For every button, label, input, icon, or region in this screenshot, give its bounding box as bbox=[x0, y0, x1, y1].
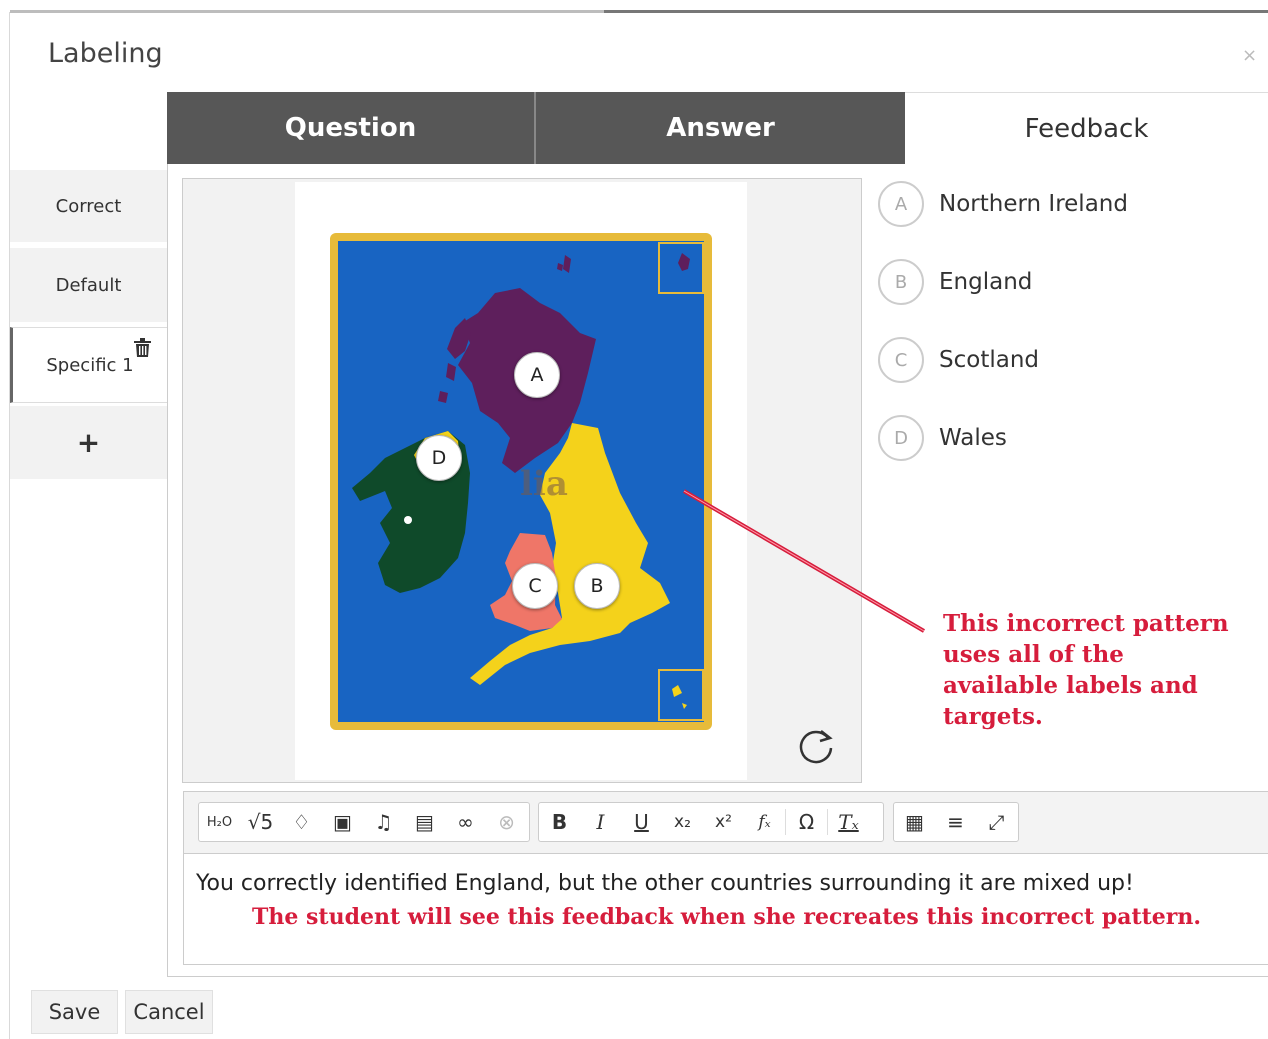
answer-item-a[interactable]: A Northern Ireland bbox=[878, 180, 1128, 228]
modal-border bbox=[9, 12, 10, 1039]
answer-letter-circle: A bbox=[878, 181, 924, 227]
refresh-icon[interactable] bbox=[795, 726, 837, 768]
answer-label: Wales bbox=[939, 425, 1007, 451]
editor-annotation-note: The student will see this feedback when … bbox=[252, 904, 1202, 930]
editor-content[interactable]: You correctly identified England, but th… bbox=[196, 871, 1134, 896]
special-character-icon[interactable]: Ω bbox=[786, 803, 827, 841]
top-divider-right bbox=[604, 10, 1268, 13]
italic-icon[interactable]: I bbox=[580, 803, 621, 841]
answer-label: England bbox=[939, 269, 1033, 295]
sidebar-item-label: Default bbox=[55, 274, 122, 296]
toolbar-group-layout: ▦ ≡ ⤢ bbox=[893, 802, 1019, 842]
answer-label: Northern Ireland bbox=[939, 191, 1128, 217]
tab-feedback[interactable]: Feedback bbox=[905, 92, 1268, 164]
save-button[interactable]: Save bbox=[31, 990, 118, 1034]
bold-icon[interactable]: B bbox=[539, 803, 580, 841]
dialog-title: Labeling bbox=[48, 38, 163, 69]
toolbar-group-format: B I U x₂ x² fₓ Ω Tₓ bbox=[538, 802, 884, 842]
close-icon[interactable]: × bbox=[1242, 45, 1257, 66]
sidebar-item-correct[interactable]: Correct bbox=[10, 170, 167, 244]
chemistry-icon[interactable]: H₂O bbox=[199, 803, 240, 841]
table-icon[interactable]: ▦ bbox=[894, 803, 935, 841]
map-label-marker[interactable]: C bbox=[512, 563, 558, 609]
audio-icon[interactable]: ♫ bbox=[363, 803, 404, 841]
top-divider-left bbox=[10, 10, 604, 13]
superscript-icon[interactable]: x² bbox=[703, 803, 744, 841]
tab-bar: Question Answer Feedback bbox=[167, 92, 1268, 164]
feedback-editor[interactable]: H₂O √5 ♢ ▣ ♫ ▤ ∞ ⊗ B I U x₂ x² fₓ Ω Tₓ ▦… bbox=[183, 791, 1268, 965]
annotation-note: This incorrect pattern uses all of the a… bbox=[943, 610, 1229, 730]
map-label-marker[interactable]: A bbox=[514, 352, 560, 398]
map-label-marker[interactable]: B bbox=[574, 563, 620, 609]
subscript-icon[interactable]: x₂ bbox=[662, 803, 703, 841]
fullscreen-icon[interactable]: ⤢ bbox=[976, 803, 1017, 841]
svg-text:lia: lia bbox=[520, 464, 568, 504]
align-icon[interactable]: ≡ bbox=[935, 803, 976, 841]
answer-letter-circle: B bbox=[878, 259, 924, 305]
answer-letter-circle: D bbox=[878, 415, 924, 461]
editor-toolbar: H₂O √5 ♢ ▣ ♫ ▤ ∞ ⊗ B I U x₂ x² fₓ Ω Tₓ ▦… bbox=[184, 792, 1268, 854]
link-icon[interactable]: ∞ bbox=[445, 803, 486, 841]
answer-label: Scotland bbox=[939, 347, 1039, 373]
uk-map-image: lia bbox=[352, 242, 704, 721]
trash-icon[interactable] bbox=[134, 338, 151, 362]
image-icon[interactable]: ▣ bbox=[322, 803, 363, 841]
sidebar-item-default[interactable]: Default bbox=[10, 248, 167, 324]
add-feedback-button[interactable]: + bbox=[10, 406, 167, 481]
math-icon[interactable]: √5 bbox=[240, 803, 281, 841]
underline-icon[interactable]: U bbox=[621, 803, 662, 841]
annotation-arrow bbox=[682, 489, 926, 633]
formula-icon[interactable]: fₓ bbox=[744, 803, 785, 841]
toolbar-group-insert: H₂O √5 ♢ ▣ ♫ ▤ ∞ ⊗ bbox=[198, 802, 530, 842]
map-label-marker[interactable]: D bbox=[416, 435, 462, 481]
answer-item-d[interactable]: D Wales bbox=[878, 414, 1007, 462]
answer-letter-circle: C bbox=[878, 337, 924, 383]
answer-item-b[interactable]: B England bbox=[878, 258, 1032, 306]
unlink-icon[interactable]: ⊗ bbox=[486, 803, 527, 841]
hotspot-icon[interactable]: ♢ bbox=[281, 803, 322, 841]
answer-item-c[interactable]: C Scotland bbox=[878, 336, 1039, 384]
video-icon[interactable]: ▤ bbox=[404, 803, 445, 841]
sidebar-item-label: Specific 1 bbox=[46, 354, 134, 376]
tab-answer[interactable]: Answer bbox=[536, 92, 905, 164]
tab-question[interactable]: Question bbox=[167, 92, 536, 164]
sidebar-item-label: Correct bbox=[55, 195, 122, 217]
cancel-button[interactable]: Cancel bbox=[125, 990, 213, 1034]
remove-format-icon[interactable]: Tₓ bbox=[828, 803, 869, 841]
